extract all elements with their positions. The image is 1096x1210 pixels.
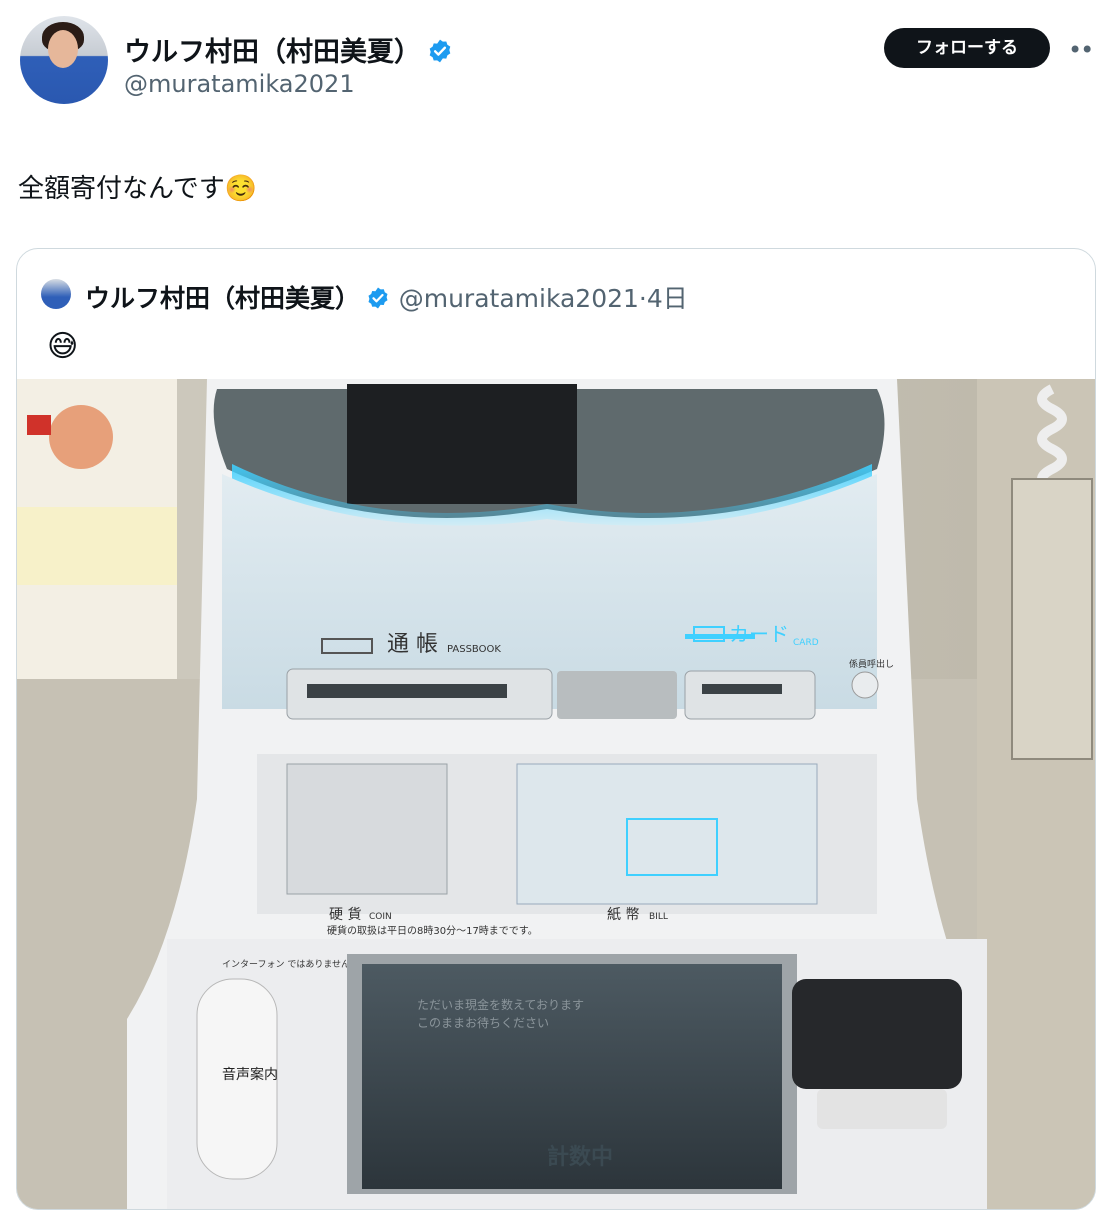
atm-photo-illustration: 通 帳 PASSBOOK カード CARD 係員呼出し 硬 貨 COIN 紙 幣… bbox=[17, 379, 1095, 1209]
tweet-photo[interactable]: 通 帳 PASSBOOK カード CARD 係員呼出し 硬 貨 COIN 紙 幣… bbox=[17, 379, 1095, 1209]
screen-status: 計数中 bbox=[547, 1144, 613, 1170]
card-en-label: CARD bbox=[793, 638, 819, 648]
screen-line2: このままお待ちください bbox=[417, 1016, 549, 1030]
verified-badge-icon bbox=[366, 286, 390, 316]
screen-line1: ただいま現金を数えております bbox=[417, 997, 584, 1012]
quoted-text: 😅 bbox=[47, 329, 79, 364]
coin-label: 硬 貨 bbox=[329, 906, 361, 923]
follow-button[interactable]: フォローする bbox=[884, 28, 1050, 68]
passbook-en-label: PASSBOOK bbox=[447, 644, 501, 655]
voice-guide-label: 音声案内 bbox=[222, 1066, 278, 1083]
avatar-face bbox=[48, 30, 78, 68]
card-label: カード bbox=[729, 622, 789, 646]
author-name-row[interactable]: ウルフ村田（村田美夏） bbox=[124, 30, 453, 71]
author-name[interactable]: ウルフ村田（村田美夏） bbox=[124, 37, 421, 68]
tweet-text: 全額寄付なんです☺️ bbox=[18, 174, 258, 204]
quoted-tweet-card[interactable]: ウルフ村田（村田美夏） @muratamika2021·4日 😅 通 帳 PAS… bbox=[16, 248, 1096, 1210]
interphone-label: インターフォン ではありません bbox=[222, 959, 350, 970]
author-avatar[interactable] bbox=[20, 16, 108, 104]
coin-hours-label: 硬貨の取扱は平日の8時30分～17時までです。 bbox=[327, 924, 538, 937]
passbook-label: 通 帳 bbox=[387, 632, 438, 657]
staff-call-label: 係員呼出し bbox=[849, 658, 894, 670]
quoted-author-avatar bbox=[41, 279, 71, 309]
bill-label: 紙 幣 bbox=[607, 907, 639, 923]
quoted-handle-time: @muratamika2021·4日 bbox=[398, 284, 688, 313]
author-handle[interactable]: @muratamika2021 bbox=[124, 70, 355, 98]
quoted-author-name: ウルフ村田（村田美夏） bbox=[85, 284, 361, 313]
bill-en-label: BILL bbox=[649, 912, 668, 922]
coin-en-label: COIN bbox=[369, 912, 392, 922]
verified-badge-icon bbox=[427, 38, 453, 71]
quoted-author-row: ウルフ村田（村田美夏） @muratamika2021·4日 bbox=[85, 279, 688, 316]
more-icon[interactable]: ••• bbox=[1068, 36, 1096, 64]
